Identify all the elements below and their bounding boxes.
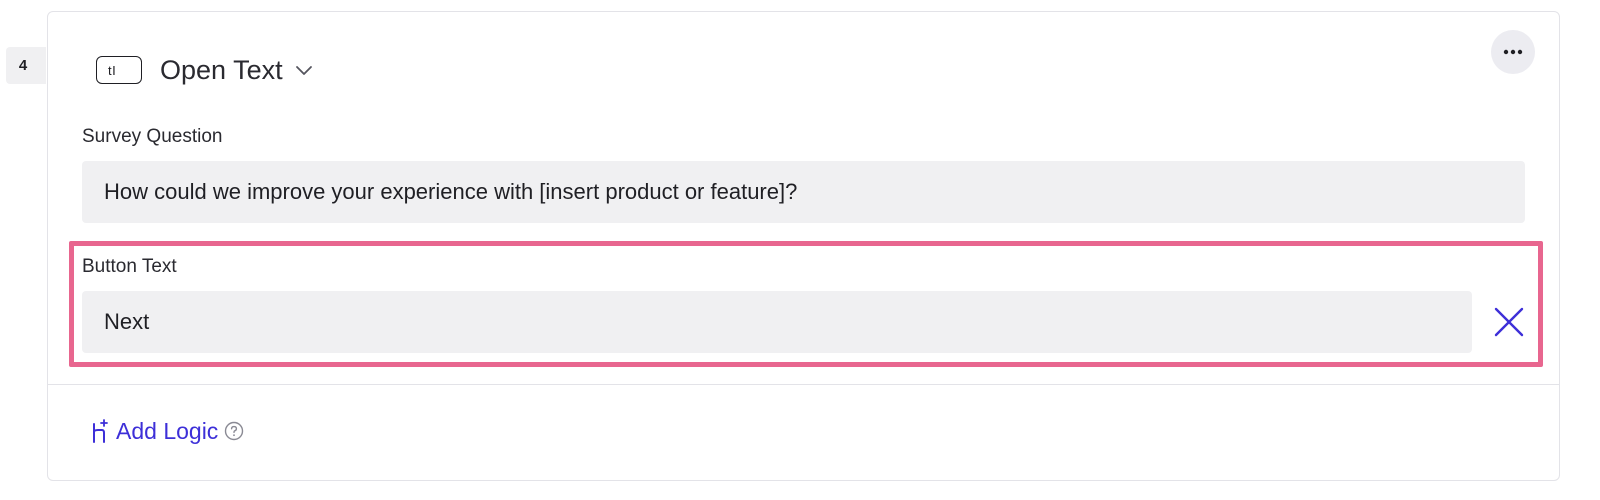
question-number: 4: [18, 57, 28, 74]
survey-question-value: How could we improve your experience wit…: [104, 179, 798, 204]
help-circle-icon[interactable]: [224, 421, 244, 441]
button-text-value: Next: [104, 309, 150, 334]
remove-button-text-button[interactable]: [1492, 305, 1526, 339]
add-logic-button[interactable]: Add Logic: [90, 415, 244, 447]
chevron-down-icon: [295, 64, 313, 76]
divider: [48, 384, 1559, 385]
question-card: tI Open Text Survey Question How could w…: [47, 11, 1560, 481]
button-text-input[interactable]: Next: [82, 291, 1472, 353]
question-type-selector[interactable]: tI Open Text: [96, 52, 313, 88]
button-text-label: Button Text: [82, 256, 177, 277]
more-options-button[interactable]: [1491, 30, 1535, 74]
question-type-label: Open Text: [160, 54, 283, 85]
more-horizontal-icon: [1503, 49, 1523, 55]
add-logic-label: Add Logic: [116, 417, 219, 444]
question-number-badge: 4: [6, 47, 46, 84]
text-input-icon: tI: [96, 56, 142, 84]
survey-question-input[interactable]: How could we improve your experience wit…: [82, 161, 1525, 223]
survey-question-label: Survey Question: [82, 126, 223, 147]
branch-plus-icon: [93, 419, 108, 443]
close-icon: [1494, 307, 1524, 337]
